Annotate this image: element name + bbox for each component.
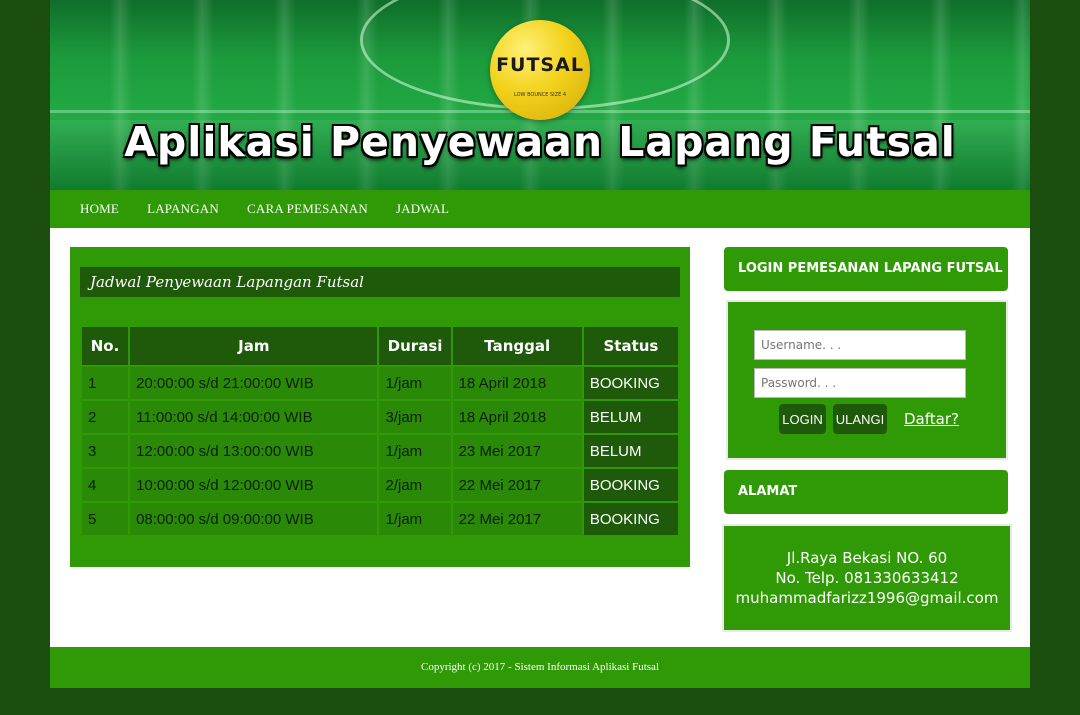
futsal-ball-logo: FUTSAL LOW BOUNCE SIZE 4 [490, 20, 590, 120]
ball-sub-label: LOW BOUNCE SIZE 4 [514, 92, 566, 98]
cell-status: BOOKING [583, 469, 678, 501]
register-link[interactable]: Daftar? [904, 410, 959, 428]
cell-jam: 11:00:00 s/d 14:00:00 WIB [130, 401, 378, 433]
cell-tanggal: 18 April 2018 [452, 401, 582, 433]
address-street: Jl.Raya Bekasi NO. 60 [786, 549, 948, 567]
col-jam: Jam [130, 327, 378, 365]
table-row: 3 12:00:00 s/d 13:00:00 WIB 1/jam 23 Mei… [82, 435, 678, 467]
table-row: 1 20:00:00 s/d 21:00:00 WIB 1/jam 18 Apr… [82, 367, 678, 399]
col-no: No. [82, 327, 129, 365]
cell-no: 3 [82, 435, 129, 467]
ball-label: FUTSAL [496, 54, 584, 76]
cell-status: BOOKING [583, 367, 678, 399]
site-title: Aplikasi Penyewaan Lapang Futsal [124, 118, 956, 166]
table-row: 4 10:00:00 s/d 12:00:00 WIB 2/jam 22 Mei… [82, 469, 678, 501]
login-button[interactable]: LOGIN [779, 404, 826, 434]
col-tanggal: Tanggal [452, 327, 582, 365]
copyright-text: Copyright (c) 2017 - Sistem Informasi Ap… [420, 661, 659, 673]
cell-no: 1 [82, 367, 129, 399]
cell-status: BOOKING [583, 503, 678, 535]
cell-no: 4 [82, 469, 129, 501]
reset-button[interactable]: ULANGI [833, 404, 887, 434]
col-status: Status [583, 327, 678, 365]
cell-tanggal: 18 April 2018 [452, 367, 582, 399]
table-row: 5 08:00:00 s/d 09:00:00 WIB 1/jam 22 Mei… [82, 503, 678, 535]
cell-status: BELUM [583, 401, 678, 433]
schedule-panel: Jadwal Penyewaan Lapangan Futsal No. Jam… [70, 247, 690, 567]
address-email: muhammadfarizz1996@gmail.com [735, 589, 999, 607]
footer: Copyright (c) 2017 - Sistem Informasi Ap… [50, 647, 1030, 688]
table-row: 2 11:00:00 s/d 14:00:00 WIB 3/jam 18 Apr… [82, 401, 678, 433]
page-wrapper: FUTSAL LOW BOUNCE SIZE 4 Aplikasi Penyew… [50, 0, 1030, 688]
table-header-row: No. Jam Durasi Tanggal Status [82, 327, 678, 365]
address-box: Jl.Raya Bekasi NO. 60 No. Telp. 08133063… [722, 524, 1012, 632]
username-input[interactable] [754, 330, 966, 360]
cell-durasi: 1/jam [379, 367, 451, 399]
main-nav: HOME LAPANGAN CARA PEMESANAN JADWAL [50, 190, 1030, 228]
cell-jam: 12:00:00 s/d 13:00:00 WIB [130, 435, 378, 467]
cell-durasi: 1/jam [379, 503, 451, 535]
cell-tanggal: 22 Mei 2017 [452, 503, 582, 535]
cell-no: 2 [82, 401, 129, 433]
cell-durasi: 3/jam [379, 401, 451, 433]
login-form: LOGIN ULANGI Daftar? [726, 300, 1008, 460]
cell-durasi: 2/jam [379, 469, 451, 501]
nav-jadwal[interactable]: JADWAL [396, 201, 449, 217]
schedule-table: No. Jam Durasi Tanggal Status 1 20:00:00… [80, 325, 680, 537]
cell-no: 5 [82, 503, 129, 535]
cell-durasi: 1/jam [379, 435, 451, 467]
address-heading: ALAMAT [724, 470, 1008, 514]
header-banner: FUTSAL LOW BOUNCE SIZE 4 Aplikasi Penyew… [50, 0, 1030, 190]
col-durasi: Durasi [379, 327, 451, 365]
cell-jam: 20:00:00 s/d 21:00:00 WIB [130, 367, 378, 399]
nav-cara-pemesanan[interactable]: CARA PEMESANAN [247, 201, 368, 217]
schedule-title: Jadwal Penyewaan Lapangan Futsal [80, 267, 680, 297]
address-phone: No. Telp. 081330633412 [775, 569, 959, 587]
nav-home[interactable]: HOME [80, 201, 119, 217]
cell-tanggal: 23 Mei 2017 [452, 435, 582, 467]
cell-jam: 10:00:00 s/d 12:00:00 WIB [130, 469, 378, 501]
nav-lapangan[interactable]: LAPANGAN [147, 201, 219, 217]
cell-jam: 08:00:00 s/d 09:00:00 WIB [130, 503, 378, 535]
cell-tanggal: 22 Mei 2017 [452, 469, 582, 501]
login-heading: LOGIN PEMESANAN LAPANG FUTSAL [724, 247, 1008, 291]
cell-status: BELUM [583, 435, 678, 467]
password-input[interactable] [754, 368, 966, 398]
